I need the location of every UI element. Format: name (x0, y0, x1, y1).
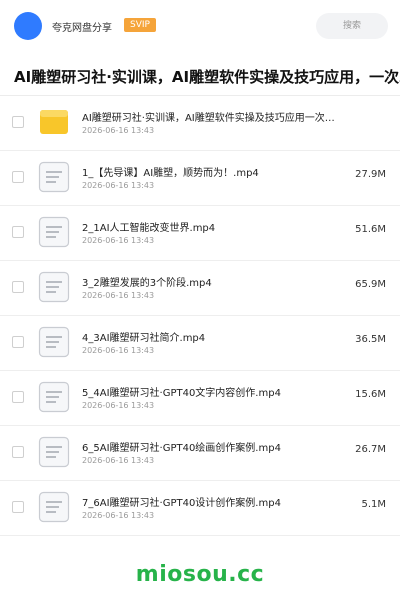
file-row[interactable]: 4_3AI雕塑研习社简介.mp4 2026-06-16 13:43 36.5M (0, 316, 400, 371)
file-name[interactable]: 5_4AI雕塑研习社·GPT40文字内容创作.mp4 (82, 384, 352, 399)
file-size: 15.6M (355, 389, 386, 400)
video-file-icon (38, 326, 70, 358)
header-bar: 夸克网盘分享 SVIP 搜索 (0, 0, 400, 52)
file-size: 51.6M (355, 224, 386, 235)
file-name[interactable]: 6_5AI雕塑研习社·GPT40绘画创作案例.mp4 (82, 439, 352, 454)
file-list: AI雕塑研习社·实训课，AI雕塑软件实操及技巧应用一次掌握 2026-06-16 … (0, 96, 400, 536)
file-date: 2026-06-16 13:43 (82, 511, 155, 520)
file-name[interactable]: 2_1AI人工智能改变世界.mp4 (82, 219, 352, 234)
file-row[interactable]: 6_5AI雕塑研习社·GPT40绘画创作案例.mp4 2026-06-16 13:… (0, 426, 400, 481)
file-name[interactable]: 7_6AI雕塑研习社·GPT40设计创作案例.mp4 (82, 494, 352, 509)
folder-icon (38, 106, 70, 138)
file-date: 2026-06-16 13:43 (82, 291, 155, 300)
select-checkbox[interactable] (12, 391, 24, 403)
video-file-icon (38, 271, 70, 303)
file-date: 2026-06-16 13:43 (82, 236, 155, 245)
watermark-text: miosou.cc (135, 562, 265, 587)
avatar[interactable] (14, 12, 42, 40)
video-file-icon (38, 491, 70, 523)
file-row[interactable]: 5_4AI雕塑研习社·GPT40文字内容创作.mp4 2026-06-16 13:… (0, 371, 400, 426)
file-size: 27.9M (355, 169, 386, 180)
file-name[interactable]: AI雕塑研习社·实训课，AI雕塑软件实操及技巧应用一次掌握 (82, 109, 344, 124)
file-name[interactable]: 4_3AI雕塑研习社简介.mp4 (82, 329, 352, 344)
select-checkbox[interactable] (12, 226, 24, 238)
share-title-bar: AI雕塑研习社·实训课，AI雕塑软件实操及技巧应用，一次掌握 (0, 58, 400, 96)
share-title: AI雕塑研习社·实训课，AI雕塑软件实操及技巧应用，一次掌握 (14, 68, 400, 86)
file-size: 65.9M (355, 279, 386, 290)
select-checkbox[interactable] (12, 116, 24, 128)
select-checkbox[interactable] (12, 501, 24, 513)
file-row[interactable]: 7_6AI雕塑研习社·GPT40设计创作案例.mp4 2026-06-16 13:… (0, 481, 400, 536)
file-size: 26.7M (355, 444, 386, 455)
search-box[interactable]: 搜索 (316, 13, 388, 39)
file-size: 36.5M (355, 334, 386, 345)
svip-badge: SVIP (124, 18, 156, 32)
file-row[interactable]: 3_2雕塑发展的3个阶段.mp4 2026-06-16 13:43 65.9M (0, 261, 400, 316)
site-name: 夸克网盘分享 (52, 23, 112, 34)
select-checkbox[interactable] (12, 336, 24, 348)
video-file-icon (38, 381, 70, 413)
video-file-icon (38, 436, 70, 468)
file-name[interactable]: 3_2雕塑发展的3个阶段.mp4 (82, 274, 352, 289)
file-date: 2026-06-16 13:43 (82, 126, 155, 135)
file-date: 2026-06-16 13:43 (82, 456, 155, 465)
file-date: 2026-06-16 13:43 (82, 181, 155, 190)
file-size: 5.1M (361, 499, 386, 510)
file-row[interactable]: 1_【先导课】AI雕塑，顺势而为！.mp4 2026-06-16 13:43 27.… (0, 151, 400, 206)
file-row[interactable]: 2_1AI人工智能改变世界.mp4 2026-06-16 13:43 51.6M (0, 206, 400, 261)
file-row[interactable]: AI雕塑研习社·实训课，AI雕塑软件实操及技巧应用一次掌握 2026-06-16 … (0, 96, 400, 151)
file-date: 2026-06-16 13:43 (82, 401, 155, 410)
video-file-icon (38, 216, 70, 248)
file-date: 2026-06-16 13:43 (82, 346, 155, 355)
select-checkbox[interactable] (12, 446, 24, 458)
video-file-icon (38, 161, 70, 193)
file-name[interactable]: 1_【先导课】AI雕塑，顺势而为！.mp4 (82, 164, 352, 179)
select-checkbox[interactable] (12, 171, 24, 183)
select-checkbox[interactable] (12, 281, 24, 293)
